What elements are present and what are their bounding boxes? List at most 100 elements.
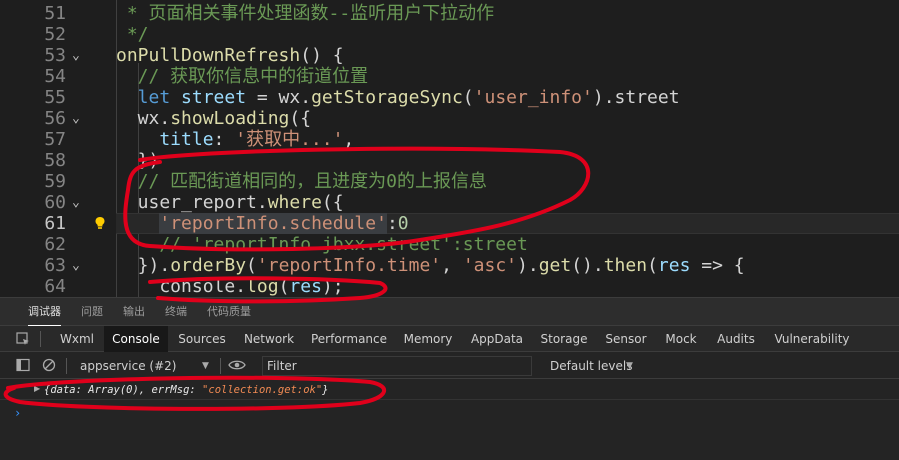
- code-token: then: [603, 255, 648, 276]
- code-line-56[interactable]: 56 ⌄ wx.showLoading({: [0, 108, 899, 129]
- code-token: (: [647, 255, 658, 276]
- code-token: :: [213, 129, 236, 150]
- tab-terminal[interactable]: 终端: [165, 298, 187, 326]
- chevron-down-icon: ▼: [626, 361, 633, 371]
- inspect-element-icon[interactable]: [16, 332, 30, 346]
- code-line-51[interactable]: 51 * 页面相关事件处理函数--监听用户下拉动作: [0, 3, 899, 24]
- tab-appdata[interactable]: AppData: [464, 326, 530, 352]
- code-token: ({: [289, 108, 312, 129]
- code-token: (: [246, 255, 257, 276]
- code-line-55[interactable]: 55 let street = wx.getStorageSync('user_…: [0, 87, 899, 108]
- line-number: 59: [44, 171, 66, 192]
- tab-wxml[interactable]: Wxml: [54, 326, 100, 352]
- fold-chevron-icon[interactable]: ⌄: [72, 192, 86, 213]
- context-select[interactable]: appservice (#2): [76, 356, 216, 376]
- eye-icon[interactable]: [228, 358, 246, 372]
- console-log-entry[interactable]: ▶ {data: Array(0), errMsg: "collection.g…: [0, 380, 899, 400]
- log-message: {data: Array(0), errMsg: "collection.get…: [44, 382, 328, 398]
- code-token: () {: [300, 45, 344, 66]
- code-line-64[interactable]: 64 console.log(res);: [0, 276, 899, 297]
- sidebar-toggle-icon[interactable]: [16, 358, 30, 372]
- devtools-tab-bar: Wxml Console Sources Network Performance…: [0, 326, 899, 352]
- filter-input[interactable]: Filter: [262, 356, 532, 376]
- code-token: 0: [397, 213, 409, 234]
- code-token: = wx.: [246, 87, 312, 108]
- tab-audits[interactable]: Audits: [708, 326, 764, 352]
- code-token: }).: [116, 255, 171, 276]
- code-token: (: [462, 87, 474, 108]
- fold-chevron-icon[interactable]: ⌄: [72, 45, 86, 66]
- log-object-suffix: }: [322, 384, 329, 396]
- code-token: ).street: [592, 87, 680, 108]
- code-line-59[interactable]: 59 // 匹配街道相同的，且进度为0的上报信息: [0, 171, 899, 192]
- tab-sensor[interactable]: Sensor: [598, 326, 654, 352]
- tab-network[interactable]: Network: [236, 326, 302, 352]
- line-number: 63: [44, 255, 66, 276]
- tab-debugger[interactable]: 调试器: [28, 298, 61, 326]
- console-toolbar: appservice (#2) ▼ Filter Default levels …: [0, 353, 899, 379]
- code-line-62[interactable]: 62 // 'reportInfo.jbxx.street':street: [0, 234, 899, 255]
- divider: [66, 358, 67, 374]
- tab-console[interactable]: Console: [104, 326, 168, 352]
- divider: [220, 358, 221, 374]
- code-text: // 'reportInfo.jbxx.street':street: [116, 234, 528, 255]
- tab-output[interactable]: 输出: [123, 298, 145, 326]
- line-number: 60: [44, 192, 66, 213]
- tab-memory[interactable]: Memory: [396, 326, 460, 352]
- tab-mock[interactable]: Mock: [658, 326, 704, 352]
- code-token: user_report.: [116, 192, 268, 213]
- lightbulb-icon[interactable]: [94, 216, 106, 230]
- line-number: 52: [44, 24, 66, 45]
- code-line-58[interactable]: 58 }): [0, 150, 899, 171]
- code-line-52[interactable]: 52 */: [0, 24, 899, 45]
- line-number: 53: [44, 45, 66, 66]
- log-string-value: "collection.get:ok": [202, 384, 323, 396]
- code-token: title: [116, 129, 214, 150]
- tab-sources[interactable]: Sources: [172, 326, 232, 352]
- code-token: log: [246, 276, 279, 297]
- code-token: (: [278, 276, 290, 297]
- code-line-61-active[interactable]: 61 'reportInfo.schedule':0: [0, 213, 899, 234]
- code-token: 'reportInfo.time': [256, 255, 442, 276]
- tab-vulnerability[interactable]: Vulnerability: [768, 326, 856, 352]
- code-token: res: [289, 276, 322, 297]
- code-token: ({: [321, 192, 344, 213]
- tab-performance[interactable]: Performance: [306, 326, 392, 352]
- tab-problems[interactable]: 问题: [81, 298, 103, 326]
- code-line-54[interactable]: 54 // 获取你信息中的街道位置: [0, 66, 899, 87]
- code-token: ,: [343, 129, 355, 150]
- expand-arrow-icon[interactable]: ▶: [34, 384, 40, 393]
- code-token: '获取中...': [235, 129, 344, 150]
- tab-code-quality[interactable]: 代码质量: [207, 298, 251, 326]
- line-number: 55: [44, 87, 66, 108]
- code-token: showLoading: [170, 108, 290, 129]
- code-token: );: [321, 276, 344, 297]
- log-object-prefix: {data: Array(0), errMsg:: [44, 384, 203, 396]
- tab-storage[interactable]: Storage: [534, 326, 594, 352]
- fold-chevron-icon[interactable]: ⌄: [72, 108, 86, 129]
- code-token: :: [386, 213, 398, 234]
- chevron-down-icon: ▼: [202, 361, 209, 371]
- devtools-panel: 调试器 问题 输出 终端 代码质量 Wxml Console Sources N…: [0, 297, 899, 460]
- log-levels-select[interactable]: Default levels: [550, 356, 632, 376]
- code-line-60[interactable]: 60 ⌄ user_report.where({: [0, 192, 899, 213]
- code-editor[interactable]: 51 * 页面相关事件处理函数--监听用户下拉动作 52 */ 53 ⌄ onP…: [0, 0, 899, 297]
- code-token: street: [170, 87, 247, 108]
- line-number: 57: [44, 129, 66, 150]
- line-number: 54: [44, 66, 66, 87]
- code-token: ().: [571, 255, 604, 276]
- console-prompt-icon[interactable]: ›: [14, 406, 21, 420]
- code-token: where: [267, 192, 322, 213]
- clear-console-icon[interactable]: [42, 358, 56, 372]
- code-line-63[interactable]: 63 ⌄ }).orderBy('reportInfo.time', 'asc'…: [0, 255, 899, 276]
- code-text: // 匹配街道相同的，且进度为0的上报信息: [116, 171, 488, 192]
- code-token: ,: [441, 255, 463, 276]
- code-line-57[interactable]: 57 title: '获取中...',: [0, 129, 899, 150]
- code-line-53[interactable]: 53 ⌄ onPullDownRefresh() {: [0, 45, 899, 66]
- code-token: onPullDownRefresh: [116, 45, 301, 66]
- fold-chevron-icon[interactable]: ⌄: [72, 255, 86, 276]
- code-token: 'reportInfo.schedule': [159, 213, 387, 234]
- code-text: * 页面相关事件处理函数--监听用户下拉动作: [116, 3, 495, 24]
- code-text: // 获取你信息中的街道位置: [116, 66, 369, 87]
